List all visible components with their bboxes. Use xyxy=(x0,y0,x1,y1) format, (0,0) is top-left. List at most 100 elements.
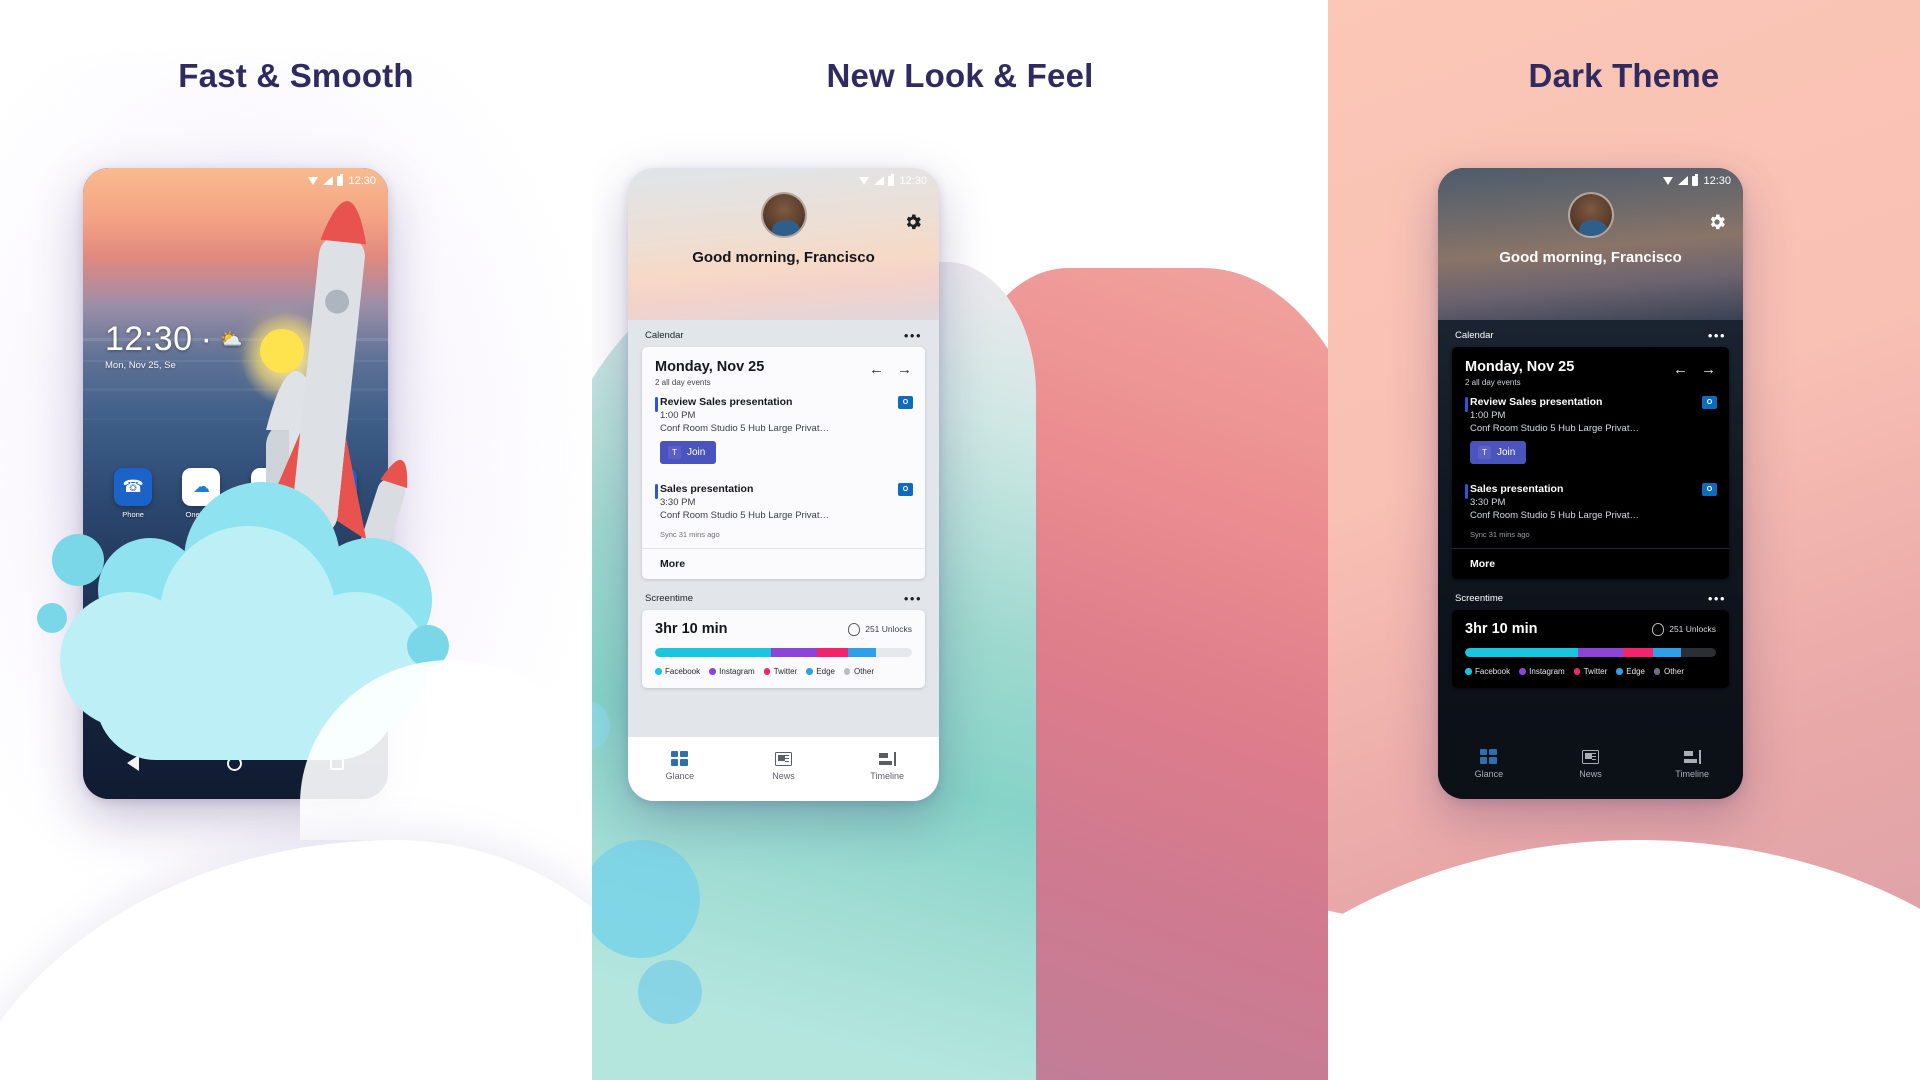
wifi-icon xyxy=(1663,176,1674,185)
screentime-overflow-icon[interactable]: ••• xyxy=(1708,592,1726,605)
legend-dot xyxy=(655,668,662,675)
panel-heading-3: Dark Theme xyxy=(1528,57,1720,94)
unlocks-row: 251 Unlocks xyxy=(1652,622,1716,636)
home-circle-icon[interactable] xyxy=(227,755,242,771)
gear-icon[interactable] xyxy=(903,212,923,232)
legend-dot xyxy=(709,668,716,675)
screentime-total: 3hr 10 min xyxy=(1465,621,1538,637)
fingerprint-icon xyxy=(1652,622,1665,636)
status-icons xyxy=(1663,173,1699,186)
greeting-text: Good morning, Francisco xyxy=(692,249,875,266)
tab-label: Timeline xyxy=(1675,768,1709,779)
phone-mockup-launcher-light: 12:30 Good morning, Francisco Calendar •… xyxy=(628,168,939,801)
clock-row: 12:30 · ⛅ xyxy=(105,320,243,359)
outlook-icon: O xyxy=(1702,396,1717,409)
tab-news[interactable]: News xyxy=(1551,749,1629,779)
unlocks-row: 251 Unlocks xyxy=(848,622,912,636)
section-label: Screentime xyxy=(645,593,694,604)
battery-icon xyxy=(1692,173,1699,186)
white-swoosh xyxy=(1328,840,1920,1080)
app-tile-phone[interactable]: ☎ Phone xyxy=(110,468,156,519)
join-button[interactable]: T Join xyxy=(1470,441,1527,464)
status-icons xyxy=(308,173,344,186)
calendar-date-subtitle: 2 all day events xyxy=(655,378,711,387)
screentime-overflow-icon[interactable]: ••• xyxy=(904,592,922,605)
bar-segment-instagram xyxy=(1577,648,1624,657)
calendar-arrows: ← → xyxy=(869,359,912,377)
calendar-date-block: Monday, Nov 25 2 all day events xyxy=(1465,359,1574,387)
tab-glance[interactable]: Glance xyxy=(1450,749,1528,779)
panel-heading-2: New Look & Feel xyxy=(826,57,1094,94)
arrow-right-icon[interactable]: → xyxy=(897,362,912,377)
gear-icon[interactable] xyxy=(1707,212,1727,232)
join-button[interactable]: T Join xyxy=(660,441,717,464)
timeline-icon xyxy=(878,751,896,766)
calendar-event-row[interactable]: O Review Sales presentation 1:00 PM Conf… xyxy=(642,387,925,434)
phone-icon: ☎ xyxy=(114,468,153,506)
section-header-screentime: Screentime ••• xyxy=(1438,579,1743,610)
panel-new-look-and-feel: New Look & Feel 12:30 Good morning, Fran… xyxy=(592,0,1328,1080)
status-time: 12:30 xyxy=(899,174,927,187)
calendar-overflow-icon[interactable]: ••• xyxy=(1708,329,1726,342)
legend-label: Instagram xyxy=(1529,667,1565,676)
app-tile-onedrive[interactable]: ☁ OneDrive xyxy=(178,468,224,519)
clock-widget[interactable]: 12:30 · ⛅ Mon, Nov 25, Se xyxy=(105,320,243,371)
screentime-legend: Facebook Instagram Twitter Edge Other xyxy=(1452,657,1729,688)
legend-item-other: Other xyxy=(1653,667,1684,676)
tab-news[interactable]: News xyxy=(744,751,822,781)
legend-dot xyxy=(1653,668,1661,675)
bar-segment-other xyxy=(876,648,912,657)
event-title: Sales presentation xyxy=(660,483,754,495)
join-label: Join xyxy=(1497,447,1516,458)
news-icon xyxy=(774,751,792,766)
arrow-right-icon[interactable]: → xyxy=(1701,362,1716,377)
tab-label: Glance xyxy=(665,771,695,781)
arrow-left-icon[interactable]: ← xyxy=(869,362,884,377)
bar-segment-edge xyxy=(1653,648,1681,657)
legend-label: Other xyxy=(853,667,874,676)
tab-timeline[interactable]: Timeline xyxy=(1653,749,1731,779)
tab-glance[interactable]: Glance xyxy=(641,751,719,781)
bar-segment-twitter xyxy=(1623,648,1654,657)
legend-label: Facebook xyxy=(1475,667,1511,676)
arrow-left-icon[interactable]: ← xyxy=(1673,362,1688,377)
glance-grid-icon xyxy=(671,751,689,766)
back-triangle-icon[interactable] xyxy=(127,755,139,771)
calendar-event-row[interactable]: O Sales presentation 3:30 PM Conf Room S… xyxy=(1452,474,1729,521)
outlook-icon: ✉ xyxy=(318,468,357,506)
status-bar: 12:30 xyxy=(83,168,388,193)
dock-messages-icon[interactable]: ✉ xyxy=(162,693,197,727)
calendar-arrows: ← → xyxy=(1673,359,1716,377)
wifi-icon xyxy=(859,176,870,185)
onedrive-icon: ☁ xyxy=(182,468,221,506)
calendar-event-row[interactable]: O Sales presentation 3:30 PM Conf Room S… xyxy=(642,474,925,521)
tab-timeline[interactable]: Timeline xyxy=(848,751,926,781)
tab-label: Timeline xyxy=(870,770,904,781)
avatar[interactable] xyxy=(760,192,807,238)
avatar[interactable] xyxy=(1567,192,1614,238)
calendar-event-row[interactable]: O Review Sales presentation 1:00 PM Conf… xyxy=(1452,387,1729,434)
more-button[interactable]: More xyxy=(1452,548,1729,579)
app-tile-microsoft[interactable]: ▦ Microsoft xyxy=(247,468,293,519)
legend-item-other: Other xyxy=(843,667,874,676)
teams-icon: T xyxy=(1478,446,1491,459)
calendar-overflow-icon[interactable]: ••• xyxy=(904,329,922,342)
legend-dot xyxy=(1573,668,1581,675)
dock-outlook-icon[interactable]: O xyxy=(274,693,309,727)
app-label: Microsoft xyxy=(254,510,285,519)
sea-streak xyxy=(83,418,388,420)
app-tile-outlook[interactable]: ✉ Outlook xyxy=(315,468,361,519)
calendar-date-subtitle: 2 all day events xyxy=(1465,378,1521,387)
screentime-bar xyxy=(1465,648,1716,657)
section-header-calendar: Calendar ••• xyxy=(628,320,939,347)
sun-cloud-icon: ⛅ xyxy=(220,329,244,349)
more-button[interactable]: More xyxy=(642,548,925,579)
dock-teams-icon[interactable]: T xyxy=(218,693,253,727)
news-icon xyxy=(1581,749,1599,764)
status-icons xyxy=(859,173,895,186)
event-location: Conf Room Studio 5 Hub Large Privat… xyxy=(660,510,829,521)
legend-dot xyxy=(1616,668,1623,675)
greeting-text: Good morning, Francisco xyxy=(1499,249,1682,266)
section-header-screentime: Screentime ••• xyxy=(628,579,939,610)
dock-phone-icon[interactable]: ☎ xyxy=(106,693,141,727)
